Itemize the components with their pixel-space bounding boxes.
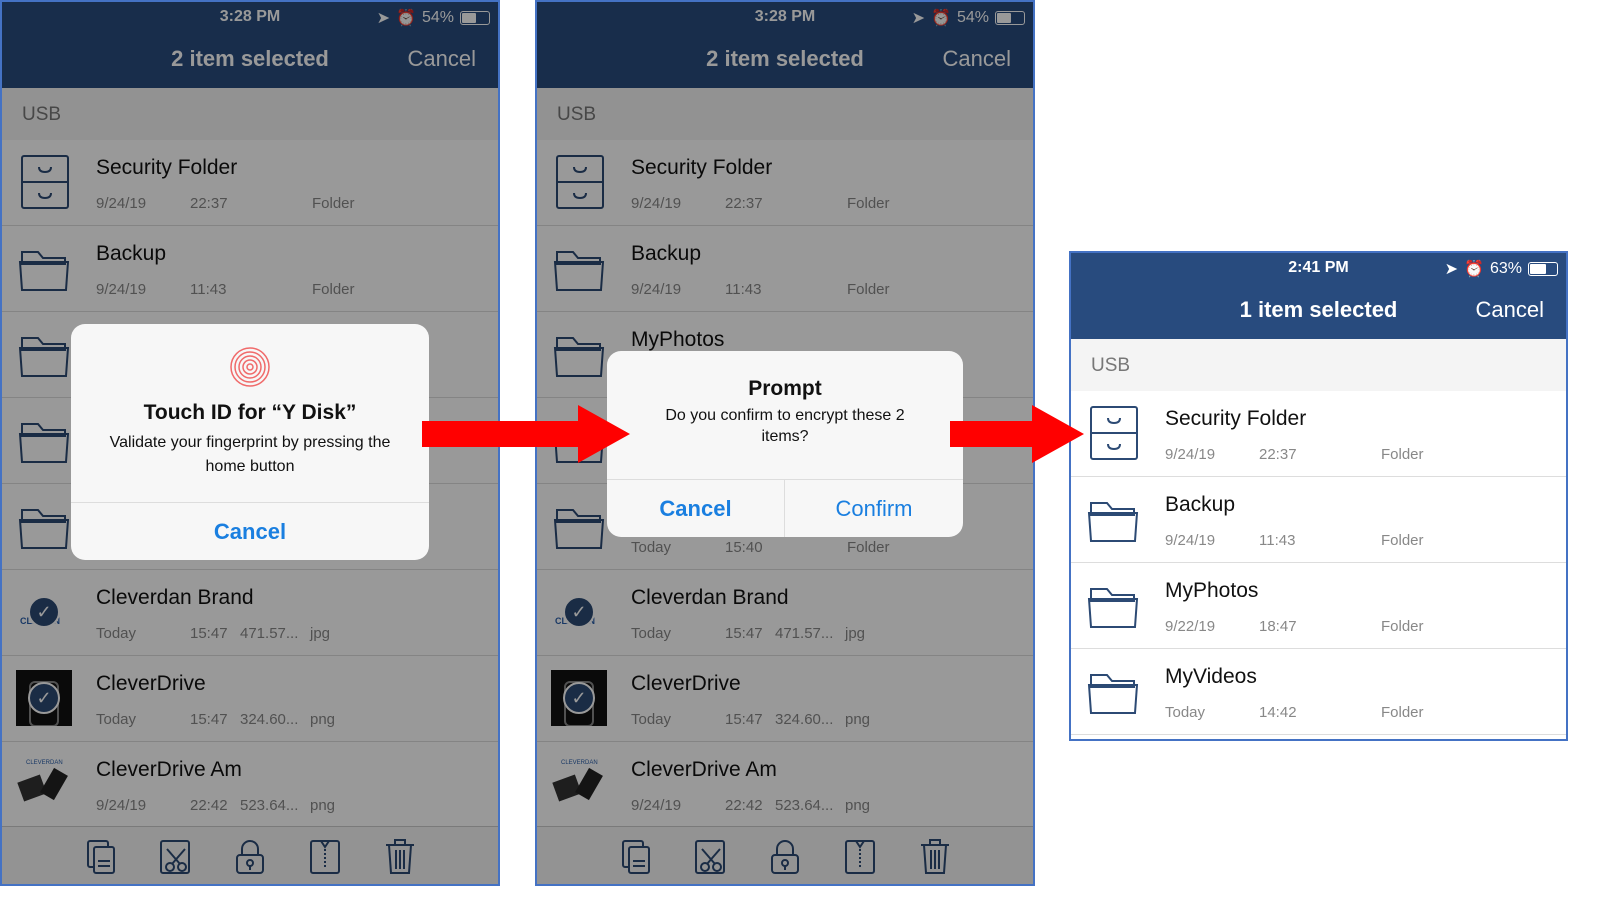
list-item[interactable]: MyPhotos 9/22/19 18:47 Folder <box>1071 563 1566 649</box>
dialog-title: Prompt <box>748 377 822 400</box>
dialog-message: Do you confirm to encrypt these 2 items? <box>665 407 905 445</box>
alarm-icon: ⏰ <box>1464 261 1484 278</box>
item-time: 11:43 <box>1259 532 1296 549</box>
item-name: MyVideos <box>1165 665 1257 688</box>
item-name: Backup <box>1165 493 1236 516</box>
dialog-message: Validate your fingerprint by pressing th… <box>109 434 391 475</box>
screen-result: 2:41 PM ➤ ⏰ 63% 1 item selected Cancel USB… <box>1069 251 1568 741</box>
battery-percent: 63% <box>1489 260 1522 277</box>
item-name: Security Folder <box>1165 407 1307 430</box>
list-item[interactable]: MyVideos Today 14:42 Folder <box>1071 649 1566 735</box>
arrow-right-icon <box>422 405 630 463</box>
folder-icon <box>1085 577 1141 633</box>
list-item[interactable]: Security Folder 9/24/19 22:37 Folder <box>1071 391 1566 477</box>
dialog-cancel-button[interactable]: Cancel <box>607 479 785 537</box>
item-date: 9/24/19 <box>1165 532 1216 549</box>
list-item[interactable]: Backup 9/24/19 11:43 Folder <box>1071 477 1566 563</box>
cancel-selection-button[interactable]: Cancel <box>1476 297 1544 323</box>
nav-header: 2:41 PM ➤ ⏰ 63% 1 item selected Cancel <box>1071 253 1566 339</box>
item-type: Folder <box>1381 704 1424 721</box>
item-time: 18:47 <box>1259 618 1297 635</box>
arrow-right-icon <box>950 405 1084 463</box>
dialog-cancel-button[interactable]: Cancel <box>71 502 429 560</box>
item-type: Folder <box>1381 532 1424 549</box>
item-time: 14:42 <box>1259 704 1297 721</box>
item-date: 9/22/19 <box>1165 618 1216 635</box>
fingerprint-icon <box>230 347 270 387</box>
item-type: Folder <box>1381 446 1424 463</box>
encrypt-prompt-dialog: Prompt Do you confirm to encrypt these 2… <box>607 351 963 537</box>
item-time: 22:37 <box>1259 446 1297 463</box>
item-date: 9/24/19 <box>1165 446 1216 463</box>
item-name: MyPhotos <box>1165 579 1259 602</box>
item-type: Folder <box>1381 618 1424 635</box>
battery-icon <box>1528 262 1558 276</box>
status-icons: ➤ ⏰ 63% <box>1445 259 1558 279</box>
dialog-title: Touch ID for “Y Disk” <box>143 401 357 424</box>
section-header: USB <box>1071 339 1566 391</box>
folder-icon <box>1085 491 1141 547</box>
item-date: Today <box>1165 704 1206 721</box>
dialog-confirm-button[interactable]: Confirm <box>785 479 963 537</box>
folder-icon <box>1085 663 1141 719</box>
touch-id-dialog: Touch ID for “Y Disk” Validate your fing… <box>71 324 429 560</box>
location-icon: ➤ <box>1444 261 1459 278</box>
security-cabinet-icon <box>1085 405 1141 461</box>
